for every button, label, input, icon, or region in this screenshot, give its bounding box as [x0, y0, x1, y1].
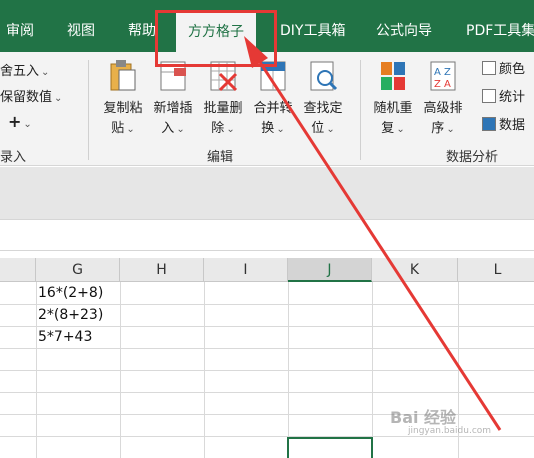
- baidu-watermark: Bai 经验: [390, 408, 457, 427]
- arrow-icon: [244, 36, 502, 431]
- baidu-watermark-url: jingyan.baidu.com: [408, 426, 492, 436]
- excel-window: 审阅 视图 帮助 方方格子 DIY工具箱 公式向导 PDF工具集 舍五入 ⌄ 保留…: [0, 0, 534, 458]
